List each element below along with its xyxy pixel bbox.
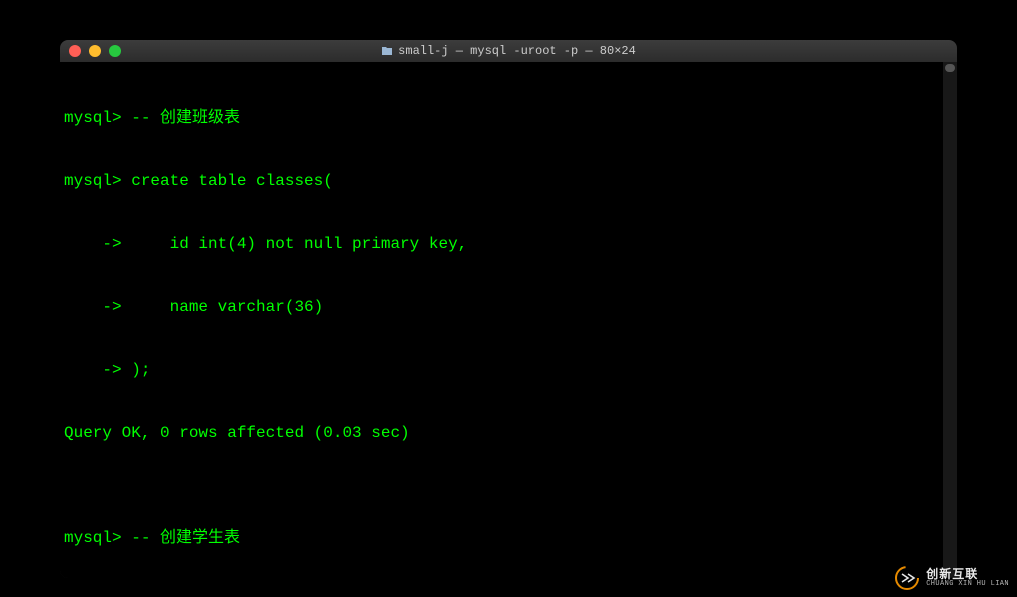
- watermark-logo-icon: [894, 565, 920, 591]
- scrollbar-thumb[interactable]: [945, 64, 955, 72]
- watermark-cn: 创新互联: [926, 569, 1009, 581]
- terminal-window: small-j — mysql -uroot -p — 80×24 mysql>…: [60, 40, 957, 578]
- window-title-text: small-j — mysql -uroot -p — 80×24: [398, 44, 636, 58]
- folder-icon: [381, 46, 393, 56]
- scrollbar-track[interactable]: [943, 62, 957, 578]
- terminal-line: Query OK, 0 rows affected (0.03 sec): [64, 423, 953, 444]
- terminal-line: -> name varchar(36): [64, 297, 953, 318]
- watermark: 创新互联 CHUANG XIN HU LIAN: [894, 565, 1009, 591]
- window-title: small-j — mysql -uroot -p — 80×24: [60, 44, 957, 58]
- terminal-line: mysql> -- 创建学生表: [64, 528, 953, 549]
- terminal-line: mysql> create table classes(: [64, 171, 953, 192]
- watermark-text: 创新互联 CHUANG XIN HU LIAN: [926, 569, 1009, 588]
- terminal-content: mysql> -- 创建班级表 mysql> create table clas…: [64, 66, 953, 578]
- watermark-en: CHUANG XIN HU LIAN: [926, 581, 1009, 588]
- terminal-line: mysql> -- 创建班级表: [64, 108, 953, 129]
- titlebar: small-j — mysql -uroot -p — 80×24: [60, 40, 957, 62]
- terminal-line: -> id int(4) not null primary key,: [64, 234, 953, 255]
- terminal-line: -> );: [64, 360, 953, 381]
- terminal-body[interactable]: mysql> -- 创建班级表 mysql> create table clas…: [60, 62, 957, 578]
